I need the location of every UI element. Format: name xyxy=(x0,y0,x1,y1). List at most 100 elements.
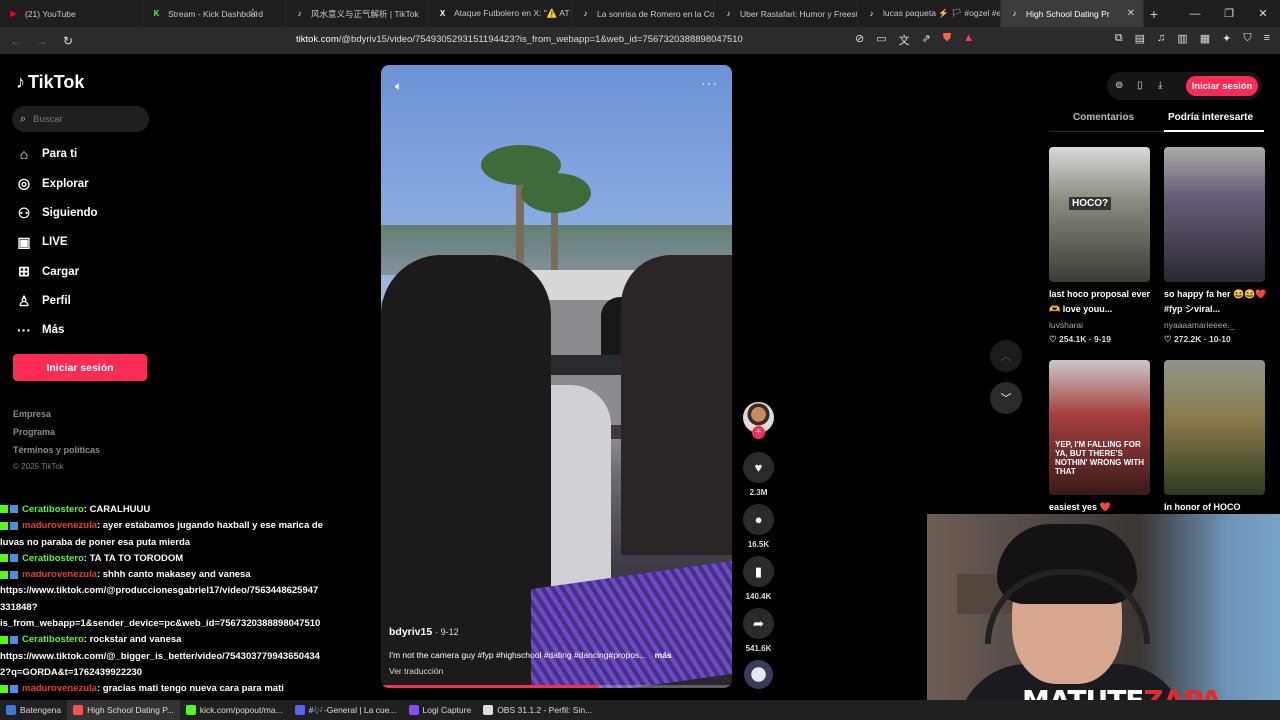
browser-tab[interactable]: K Stream - Kick Dashboard xyxy=(143,0,286,27)
media-icon[interactable]: ♫ xyxy=(1157,32,1165,45)
tab-comments[interactable]: Comentarios xyxy=(1073,112,1134,123)
footer-link-terms[interactable]: Términos y políticas xyxy=(13,445,100,455)
comment-button[interactable]: ● xyxy=(743,504,774,535)
tab-favicon-icon: ♪ xyxy=(1012,9,1017,18)
vpn-icon[interactable]: ⛉ xyxy=(1243,32,1251,45)
no-cast-icon[interactable]: ⊘ xyxy=(855,32,864,48)
restore-icon[interactable]: ❐ xyxy=(1212,7,1246,20)
share-icon[interactable]: ⇗ xyxy=(922,32,931,48)
sidebar-item-explorar[interactable]: ◎ Explorar xyxy=(15,175,89,192)
browser-tab[interactable]: ♪ La sonrisa de Romero en la Co xyxy=(572,0,715,27)
leo-icon[interactable]: ✦ xyxy=(1222,32,1231,45)
chat-text: : gracias mati tengo nueva cara para mat… xyxy=(96,683,284,695)
wallet-icon[interactable]: ▦ xyxy=(1200,32,1210,45)
chat-username: Ceratibostero xyxy=(22,552,84,564)
chat-text: https://www.tiktok.com/@produccionesgabr… xyxy=(0,585,319,597)
new-tab-icon[interactable]: + xyxy=(1144,6,1164,22)
brave-shield-icon[interactable]: ⛊ xyxy=(943,32,951,48)
suggested-title[interactable]: easiest yes ❤️ xyxy=(1049,500,1153,515)
previous-video-button[interactable]: ︿ xyxy=(990,340,1022,372)
chevron-down-icon: ﹀ xyxy=(1000,393,1012,405)
chat-text: luvas no paraba de poner esa puta mierda xyxy=(0,536,191,548)
taskbar-item[interactable]: Logi Capture xyxy=(403,700,478,720)
translate-icon[interactable]: 文 xyxy=(899,32,910,48)
cast-icon[interactable]: ▭ xyxy=(876,32,886,48)
tab-active-indicator xyxy=(1164,130,1264,132)
footer-link-programa[interactable]: Programa xyxy=(13,427,55,437)
browser-tab[interactable]: X Ataque Futbolero en X: "⚠️ AT xyxy=(429,0,572,27)
suggested-title[interactable]: so happy fa her 😆😆❤️ #fyp シviral... xyxy=(1164,287,1268,317)
taskbar-label: Batengena xyxy=(20,705,62,715)
comment-count: 16.5K xyxy=(747,540,770,549)
url-path: /@bdyriv15/video/7549305293151194423?is_… xyxy=(338,34,743,45)
suggested-video-thumb[interactable] xyxy=(1164,360,1265,495)
sidebar-item-cargar[interactable]: ⊞ Cargar xyxy=(15,263,79,280)
volume-icon[interactable]: 🔈︎ xyxy=(395,79,402,94)
browser-tab[interactable]: ♪ lucas paqueta ⚡️ 🏳 #ogzel #e xyxy=(858,0,1001,27)
like-button[interactable]: ♥ xyxy=(743,452,774,483)
sidebar-icon[interactable]: ▥ xyxy=(1177,32,1187,45)
video-player[interactable]: 🔈︎ ··· bdyriv15 · 9-12 I'm not the camer… xyxy=(381,65,732,688)
taskbar-item[interactable]: OBS 31.1.2 - Perfil: Sin... xyxy=(477,700,598,720)
next-video-button[interactable]: ﹀ xyxy=(990,382,1022,414)
suggested-video-thumb[interactable]: HOCO? xyxy=(1049,147,1150,282)
download-icon[interactable]: ⤓ xyxy=(1158,80,1162,91)
taskbar-item[interactable]: High School Dating P... xyxy=(67,700,180,720)
translate-link[interactable]: Ver traducción xyxy=(389,666,443,676)
suggested-title[interactable]: In honor of HOCO xyxy=(1164,500,1268,515)
sidebar-item-perfil[interactable]: ♙ Perfil xyxy=(15,293,71,310)
minimize-icon[interactable]: — xyxy=(1178,8,1212,20)
taskbar-item[interactable]: #🎶-General | La cue... xyxy=(289,700,403,720)
brave-rewards-icon[interactable]: ▲ xyxy=(963,32,974,48)
tiktok-logo[interactable]: ♪ TikTok xyxy=(16,72,84,93)
sidebar-item-ms[interactable]: ··· Más xyxy=(15,322,64,338)
chat-username: Ceratibostero xyxy=(22,634,84,646)
search-input[interactable]: ⌕ Buscar xyxy=(12,106,149,132)
close-tab-icon[interactable]: ✕ xyxy=(1127,8,1135,19)
save-button[interactable]: ▮ xyxy=(743,556,774,587)
footer-link-empresa[interactable]: Empresa xyxy=(13,409,51,419)
browser-tab[interactable]: ♪ High School Dating Pr ✕ xyxy=(1001,0,1144,27)
suggested-video-thumb[interactable]: YEP, I'M FALLING FOR YA, BUT THERE'S NOT… xyxy=(1049,360,1150,495)
video-more-icon[interactable]: ··· xyxy=(701,75,718,91)
suggested-author[interactable]: luvsharai xyxy=(1049,320,1083,330)
suggested-title[interactable]: last hoco proposal ever🫶 love youu... xyxy=(1049,287,1153,317)
taskbar-app-icon xyxy=(408,705,419,715)
browser-tab[interactable]: ♪ Uber Rastafari: Humor y Freest xyxy=(715,0,858,27)
menu-icon[interactable]: ≡ xyxy=(1264,32,1270,45)
chat-username: madurovenezula xyxy=(22,683,97,695)
reading-icon[interactable]: ▤ xyxy=(1135,32,1145,45)
back-icon[interactable]: ← xyxy=(6,34,26,48)
device-icon[interactable]: ▯ xyxy=(1137,80,1143,91)
sidebar-item-siguiendo[interactable]: ⚇ Siguiendo xyxy=(15,205,98,222)
caption-more-link[interactable]: más xyxy=(655,650,672,660)
suggested-video-thumb[interactable] xyxy=(1164,147,1265,282)
tab-suggested[interactable]: Podría interesarte xyxy=(1168,112,1253,123)
reload-icon[interactable]: ↻ xyxy=(58,34,78,48)
extensions-icon[interactable]: ⧉ xyxy=(1115,32,1123,45)
coins-icon[interactable]: ⊚ xyxy=(1115,80,1123,91)
browser-tab[interactable]: ▶ (21) YouTube xyxy=(0,0,143,27)
login-top-button[interactable]: Iniciar sesión xyxy=(1186,76,1258,96)
browser-tab[interactable]: ♪ 风水意义与正气解析 | TikTok xyxy=(286,0,429,27)
share-arrow-icon: ➦ xyxy=(753,615,764,631)
taskbar-item[interactable]: Batengena xyxy=(0,700,67,720)
sidebar-item-parati[interactable]: ⌂ Para ti xyxy=(15,146,77,162)
bookmark-icon[interactable]: ☆ xyxy=(248,6,258,19)
suggested-author[interactable]: nyaaaamarieeee._ xyxy=(1164,320,1234,330)
music-disc-icon[interactable] xyxy=(744,660,773,689)
close-window-icon[interactable]: ✕ xyxy=(1246,7,1280,20)
sidebar-item-live[interactable]: ▣ LIVE xyxy=(15,234,67,251)
login-button[interactable]: Iniciar sesión xyxy=(13,354,147,381)
video-progress-bar[interactable] xyxy=(381,685,732,688)
taskbar-item[interactable]: kick.com/popout/ma... xyxy=(180,700,289,720)
thumb-image xyxy=(1164,360,1265,495)
profile-icon: ♙ xyxy=(17,292,31,309)
video-author[interactable]: bdyriv15 · 9-12 xyxy=(389,626,459,638)
forward-icon[interactable]: → xyxy=(32,34,52,48)
url-field[interactable]: tiktok.com/@bdyriv15/video/7549305293151… xyxy=(296,34,743,45)
video-caption: I'm not the camera guy #fyp #highschool … xyxy=(389,650,724,660)
share-button[interactable]: ➦ xyxy=(743,608,774,639)
follow-plus-icon[interactable]: + xyxy=(752,426,765,439)
more-icon: ··· xyxy=(17,321,31,338)
